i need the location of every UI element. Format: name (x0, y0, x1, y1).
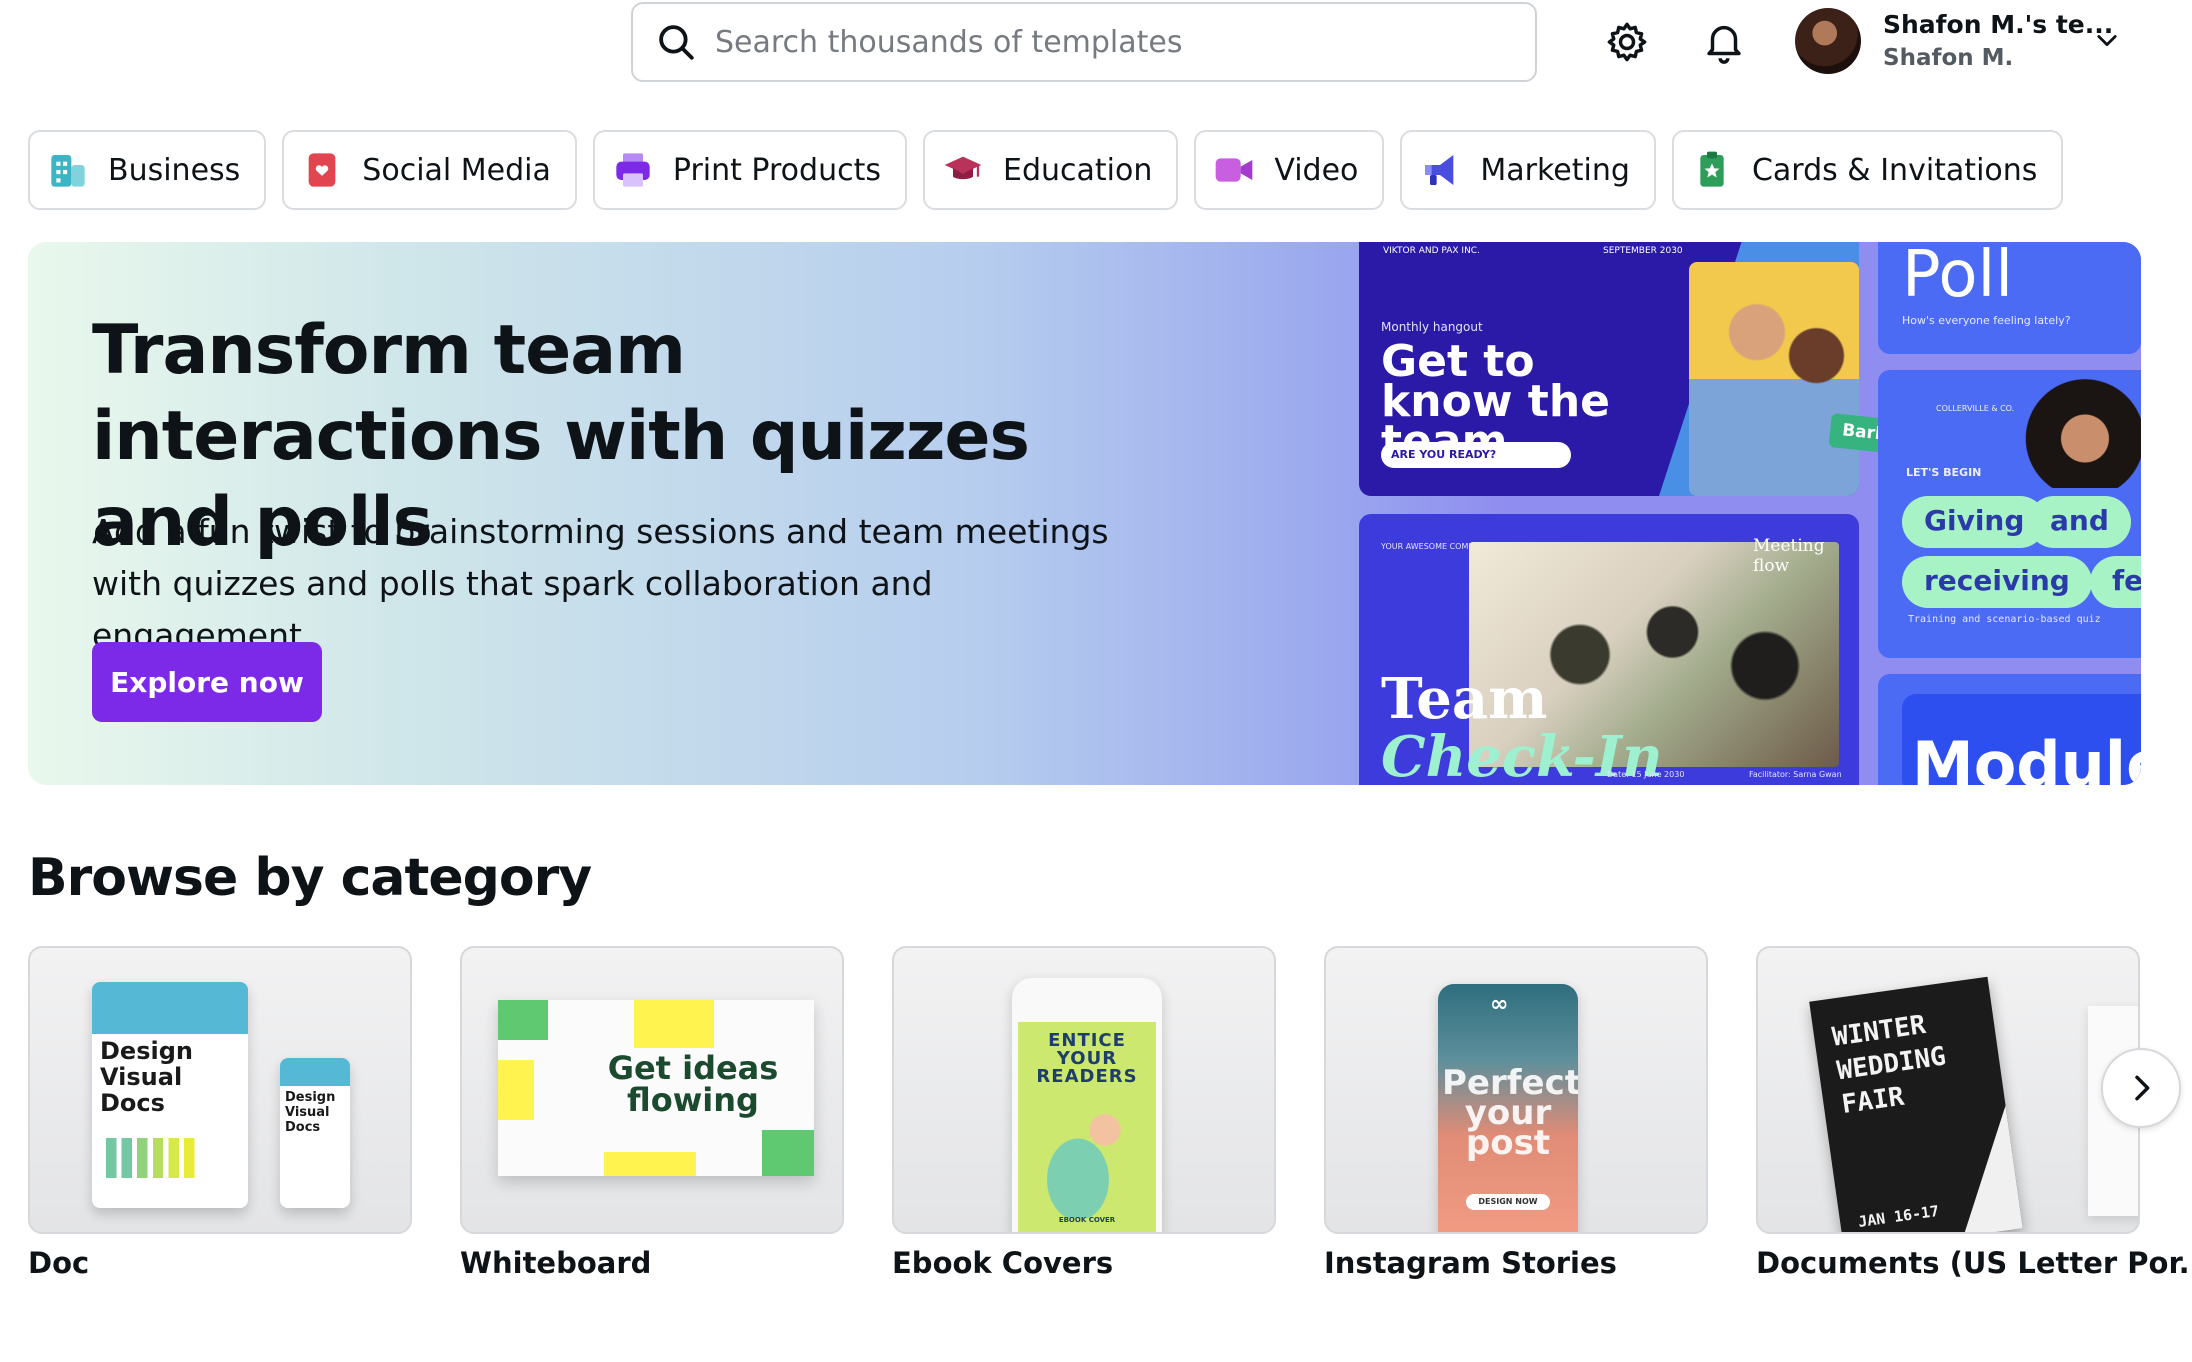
flyer-art-date: JAN 16-17 (1857, 1201, 1941, 1231)
ebook-art: ENTICE YOUR READERS EBOOK COVER (1012, 978, 1162, 1232)
word-chip: and (2028, 496, 2131, 548)
category-card-ebook-covers[interactable]: ENTICE YOUR READERS EBOOK COVER Ebook Co… (892, 946, 1276, 1280)
tile-lead: LET'S BEGIN (1906, 466, 1982, 479)
explore-now-button[interactable]: Explore now (92, 642, 322, 722)
doc-art-small: Design Visual Docs (280, 1058, 350, 1208)
category-card-whiteboard[interactable]: Get ideas flowing Whiteboard (460, 946, 844, 1280)
card-label: Ebook Covers (892, 1246, 1114, 1280)
chip-label: Business (108, 152, 241, 188)
card-label: Doc (28, 1246, 90, 1280)
card-thumbnail: ENTICE YOUR READERS EBOOK COVER (892, 946, 1276, 1234)
card-thumbnail: Get ideas flowing (460, 946, 844, 1234)
tile-flow-label: Meeting flow (1753, 536, 1825, 576)
social-media-icon (302, 150, 342, 190)
doc-art-text: Design Visual Docs (100, 1037, 193, 1117)
tile-title: Poll (1902, 242, 2014, 312)
person-photo (2008, 378, 2141, 488)
instagram-art-text: Perfect your post (1442, 1063, 1578, 1163)
user-name: Shafon M. (1883, 45, 2014, 71)
category-card-doc[interactable]: Design Visual Docs Design Visual Docs Do… (28, 946, 412, 1280)
tile-question: How's everyone feeling lately? (1902, 314, 2071, 327)
tile-pill: ARE YOU READY? (1381, 442, 1571, 468)
category-carousel: Design Visual Docs Design Visual Docs Do… (28, 946, 2192, 1280)
tile-title: Module (1912, 728, 2141, 785)
gear-icon (1607, 22, 1647, 62)
template-tile-giving-receiving[interactable]: COLLERVILLE & CO. LET'S BEGIN Giving and… (1878, 370, 2141, 658)
chevron-right-icon (2135, 1075, 2150, 1101)
template-tile-get-to-know[interactable]: VIKTOR AND PAX INC. SEPTEMBER 2030 Month… (1359, 242, 1859, 496)
whiteboard-art: Get ideas flowing (498, 1000, 814, 1176)
instagram-art-logo: ∞ (1490, 992, 1509, 1017)
chip-label: Cards & Invitations (1751, 152, 2038, 188)
card-label: Whiteboard (460, 1246, 652, 1280)
word-chip: receiving (1902, 556, 2092, 608)
chevron-down-icon[interactable] (2093, 26, 2121, 54)
carousel-next-button[interactable] (2101, 1048, 2181, 1128)
megaphone-icon (1420, 150, 1460, 190)
tile-facilitator: Facilitator: Sarna Gwan (1749, 770, 1842, 779)
search-input[interactable] (715, 24, 1495, 60)
chip-video[interactable]: Video (1194, 130, 1385, 210)
template-tile-poll[interactable]: Poll How's everyone feeling lately? (1878, 242, 2141, 354)
template-tile-team-check-in[interactable]: YOUR AWESOME COMPANY Meeting flow Team C… (1359, 514, 1859, 785)
chip-label: Social Media (362, 152, 551, 188)
printer-icon (613, 150, 653, 190)
flyer-art: WINTER WEDDING FAIR JAN 16-17 (1809, 976, 2023, 1232)
tile-caption: Training and scenario-based quiz (1908, 614, 2101, 625)
flyer-art-text: WINTER WEDDING FAIR (1830, 1009, 1948, 1121)
chip-marketing[interactable]: Marketing (1400, 130, 1656, 210)
chip-business[interactable]: Business (28, 130, 267, 210)
graduation-cap-icon (943, 150, 983, 190)
chip-label: Video (1274, 152, 1359, 188)
team-name: Shafon M.'s te... (1883, 10, 2114, 39)
doc-art-large: Design Visual Docs (92, 982, 248, 1208)
category-chips: Business Social Media Print Products Edu… (28, 130, 2064, 210)
section-title: Browse by category (28, 848, 592, 908)
ebook-art-text: ENTICE YOUR READERS (1036, 1030, 1138, 1087)
card-icon (1692, 150, 1732, 190)
word-chip: Giving (1902, 496, 2047, 548)
word-chip: fee (2090, 556, 2141, 608)
chip-cards-invitations[interactable]: Cards & Invitations (1671, 130, 2064, 210)
video-camera-icon (1214, 150, 1254, 190)
category-card-instagram-stories[interactable]: ∞ Perfect your post DESIGN NOW Instagram… (1324, 946, 1708, 1280)
business-icon (48, 150, 88, 190)
bell-icon (1707, 25, 1741, 64)
tile-title: Team Check-In (1381, 670, 1663, 785)
search-icon (659, 25, 694, 60)
chip-label: Marketing (1480, 152, 1630, 188)
card-label: Documents (US Letter Por... (1756, 1246, 2192, 1280)
chip-social-media[interactable]: Social Media (282, 130, 577, 210)
chip-print-products[interactable]: Print Products (592, 130, 907, 210)
settings-button[interactable] (1599, 14, 1655, 70)
account-switcher[interactable]: Shafon M.'s te... Shafon M. (1883, 10, 2113, 71)
hero-banner: Transform team interactions with quizzes… (28, 242, 2141, 785)
tile-date: Date: 15 June 2030 (1607, 770, 1685, 779)
instagram-art: ∞ Perfect your post DESIGN NOW (1438, 984, 1578, 1232)
notifications-button[interactable] (1696, 14, 1752, 70)
chip-label: Print Products (672, 152, 881, 188)
category-card-documents-us-letter[interactable]: WINTER WEDDING FAIR JAN 16-17 Documents … (1756, 946, 2192, 1280)
search-bar[interactable] (631, 2, 1537, 82)
tile-company: COLLERVILLE & CO. (1936, 404, 2015, 413)
doc-art-text-small: Design Visual Docs (285, 1090, 336, 1135)
card-thumbnail: ∞ Perfect your post DESIGN NOW (1324, 946, 1708, 1234)
instagram-art-button: DESIGN NOW (1466, 1194, 1550, 1210)
whiteboard-art-text: Get ideas flowing (607, 1049, 779, 1119)
chip-label: Education (1002, 152, 1153, 188)
hero-description: Add a fun twist to brainstorming session… (92, 512, 1109, 655)
template-tile-module[interactable]: Module (1878, 674, 2141, 785)
tile-kicker: Monthly hangout (1381, 320, 1483, 334)
tile-title-line-1: Team (1381, 666, 1548, 732)
avatar[interactable] (1795, 8, 1861, 74)
ebook-art-sub: EBOOK COVER (1058, 1216, 1116, 1224)
chip-education[interactable]: Education (922, 130, 1179, 210)
tile-date: SEPTEMBER 2030 (1603, 246, 1683, 256)
tile-company: VIKTOR AND PAX INC. (1383, 246, 1480, 256)
card-thumbnail: WINTER WEDDING FAIR JAN 16-17 (1756, 946, 2140, 1234)
card-thumbnail: Design Visual Docs Design Visual Docs (28, 946, 412, 1234)
card-label: Instagram Stories (1324, 1246, 1617, 1280)
